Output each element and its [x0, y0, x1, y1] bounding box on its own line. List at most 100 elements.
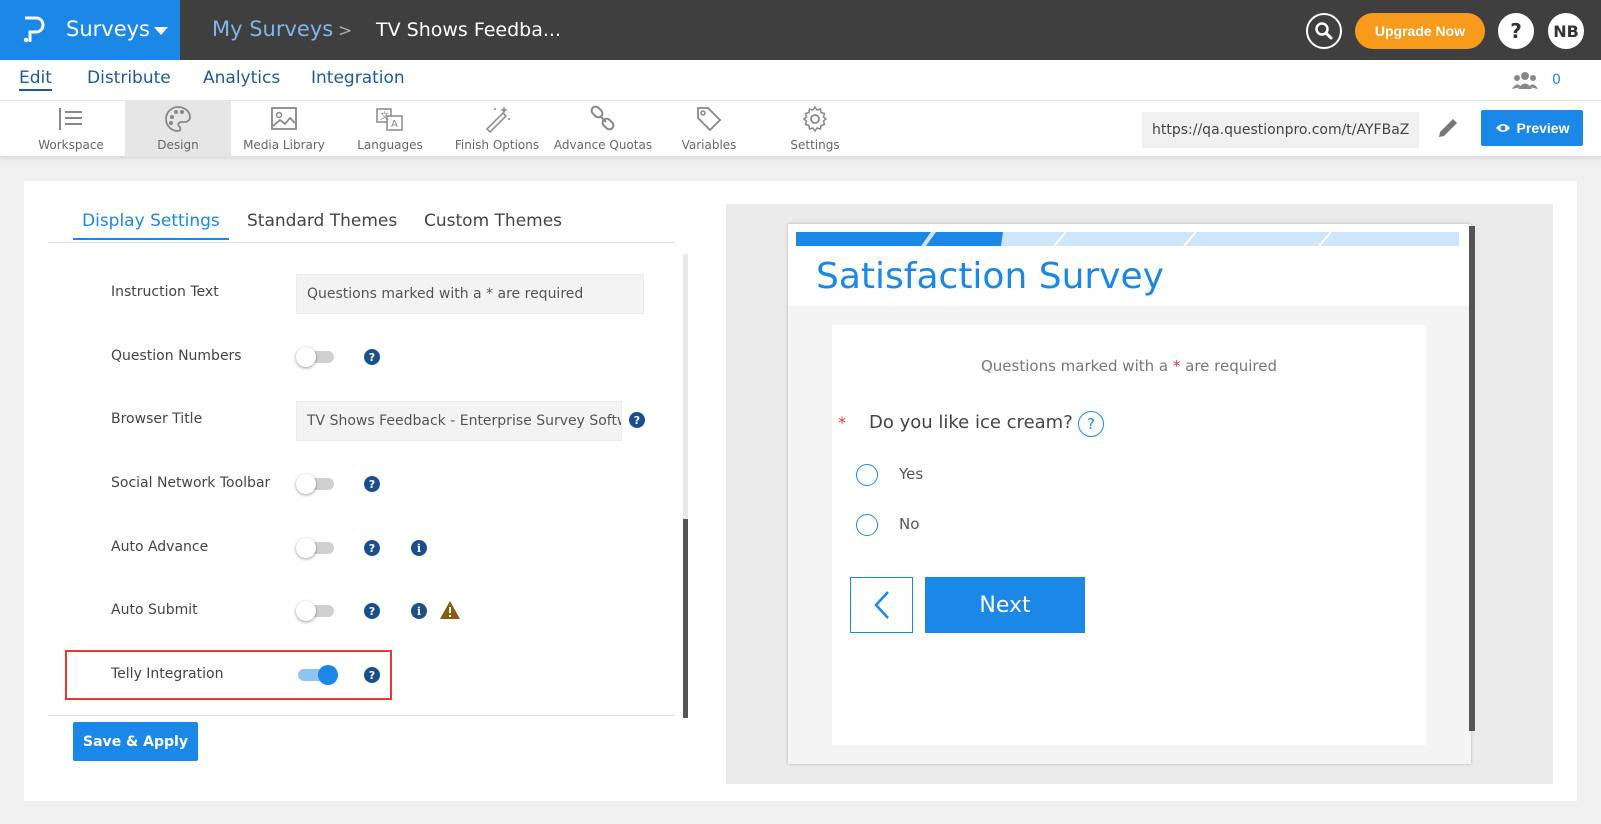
setting-label: Question Numbers	[111, 348, 242, 364]
secondary-nav: Edit Distribute Analytics Integration 0	[0, 60, 1601, 101]
question-card: Questions marked with a * are required *…	[832, 325, 1426, 745]
nav-distribute[interactable]: Distribute	[87, 68, 171, 88]
option-label-yes[interactable]: Yes	[899, 465, 923, 483]
upgrade-now-button[interactable]: Upgrade Now	[1355, 13, 1485, 49]
tool-label: Media Library	[243, 138, 325, 152]
settings-tabs: Display Settings Standard Themes Custom …	[48, 203, 674, 243]
nav-analytics[interactable]: Analytics	[203, 68, 280, 88]
instruction-text-input[interactable]: Questions marked with a * are required	[296, 274, 644, 314]
survey-preview: Satisfaction Survey Questions marked wit…	[788, 224, 1475, 764]
pencil-icon[interactable]	[1435, 115, 1461, 141]
svg-text:文: 文	[380, 110, 389, 122]
setting-label: Auto Advance	[111, 539, 209, 555]
image-icon	[271, 107, 297, 130]
nav-edit[interactable]: Edit	[19, 68, 52, 91]
tool-media-library[interactable]: Media Library	[231, 101, 337, 157]
next-button[interactable]: Next	[925, 577, 1085, 633]
question-text: Do you like ice cream?	[869, 412, 1073, 433]
setting-auto-submit: Auto Submit ? i	[48, 586, 668, 636]
tab-standard-themes[interactable]: Standard Themes	[247, 211, 397, 231]
help-button[interactable]: ?	[1498, 13, 1534, 49]
radio-yes[interactable]	[856, 464, 878, 486]
preview-scrollbar[interactable]	[1469, 226, 1475, 731]
design-panel: Display Settings Standard Themes Custom …	[24, 181, 1577, 801]
tool-finish-options[interactable]: Finish Options	[444, 101, 550, 157]
setting-browser-title: Browser Title TV Shows Feedback - Enterp…	[48, 395, 668, 445]
eye-icon	[1495, 124, 1510, 132]
chain-link-icon	[590, 105, 615, 131]
tab-display-settings[interactable]: Display Settings	[73, 211, 229, 240]
top-bar: Surveys My Surveys > TV Shows Feedba... …	[0, 0, 1601, 60]
tab-custom-themes[interactable]: Custom Themes	[424, 211, 562, 231]
survey-url-field[interactable]	[1142, 112, 1419, 148]
required-asterisk: *	[838, 413, 846, 432]
search-button[interactable]	[1306, 13, 1342, 49]
tool-advance-quotas[interactable]: Advance Quotas	[550, 101, 656, 157]
auto-submit-toggle[interactable]	[296, 601, 336, 621]
help-icon[interactable]: ?	[364, 540, 380, 556]
tool-design[interactable]: Design	[125, 101, 231, 157]
gear-icon	[802, 105, 828, 133]
collaborators-icon[interactable]	[1512, 70, 1538, 90]
telly-integration-highlight	[65, 650, 392, 700]
radio-no[interactable]	[856, 514, 878, 536]
translate-icon: 文 A	[376, 108, 403, 131]
option-label-no[interactable]: No	[899, 515, 919, 533]
settings-scrollbar-thumb[interactable]	[683, 519, 688, 718]
display-settings-list: Instruction Text Questions marked with a…	[48, 251, 674, 716]
workspace-icon	[59, 108, 82, 130]
setting-instruction-text: Instruction Text Questions marked with a…	[48, 268, 668, 318]
info-icon[interactable]: i	[411, 603, 427, 619]
setting-social-network-toolbar: Social Network Toolbar ?	[48, 459, 668, 509]
tag-icon	[697, 107, 722, 132]
warning-icon	[440, 601, 460, 619]
design-toolbar: Workspace Design Media Library 文 A Langu…	[0, 101, 1601, 157]
setting-label: Social Network Toolbar	[111, 475, 271, 491]
tool-label: Advance Quotas	[553, 138, 653, 152]
help-icon[interactable]: ?	[364, 349, 380, 365]
search-icon	[1315, 22, 1333, 40]
preview-button[interactable]: Preview	[1481, 110, 1583, 146]
help-icon[interactable]: ?	[364, 603, 380, 619]
collaborators-count: 0	[1552, 72, 1561, 88]
progress-bar	[796, 232, 1459, 246]
help-icon[interactable]: ?	[364, 476, 380, 492]
auto-advance-toggle[interactable]	[296, 538, 336, 558]
browser-title-input[interactable]: TV Shows Feedback - Enterprise Survey So…	[296, 401, 622, 441]
survey-header: Satisfaction Survey	[796, 246, 1459, 306]
tool-label: Settings	[790, 138, 840, 152]
questionpro-logo-icon	[23, 16, 45, 43]
tool-label: Variables	[681, 138, 737, 152]
tool-label: Languages	[357, 138, 423, 152]
setting-label: Instruction Text	[111, 284, 219, 300]
breadcrumb-separator: >	[338, 21, 353, 41]
setting-question-numbers: Question Numbers ?	[48, 332, 668, 382]
chevron-left-icon	[873, 591, 889, 619]
tool-variables[interactable]: Variables	[656, 101, 762, 157]
help-icon: ?	[1510, 19, 1522, 43]
magic-wand-icon	[485, 106, 510, 134]
tool-settings[interactable]: Settings	[762, 101, 868, 157]
setting-auto-advance: Auto Advance ? i	[48, 523, 668, 573]
tool-workspace[interactable]: Workspace	[18, 101, 124, 157]
question-numbers-toggle[interactable]	[296, 347, 336, 367]
back-button[interactable]	[850, 577, 913, 633]
social-network-toolbar-toggle[interactable]	[296, 474, 336, 494]
breadcrumb-my-surveys[interactable]: My Surveys	[212, 17, 333, 41]
tool-label: Finish Options	[454, 138, 540, 152]
caret-down-icon	[154, 27, 168, 35]
app-name: Surveys	[66, 17, 150, 41]
nav-integration[interactable]: Integration	[311, 68, 405, 88]
required-note: Questions marked with a * are required	[980, 357, 1278, 375]
user-avatar[interactable]: NB	[1548, 13, 1584, 49]
save-apply-button[interactable]: Save & Apply	[73, 722, 198, 761]
tool-languages[interactable]: 文 A Languages	[337, 101, 443, 157]
info-icon[interactable]: i	[411, 540, 427, 556]
question-help-icon[interactable]: ?	[1078, 411, 1104, 437]
app-switcher[interactable]: Surveys	[0, 0, 180, 60]
survey-preview-pane: Satisfaction Survey Questions marked wit…	[726, 204, 1553, 784]
breadcrumb-current-survey: TV Shows Feedba...	[376, 19, 561, 41]
help-icon[interactable]: ?	[629, 412, 645, 428]
tool-label: Workspace	[38, 138, 104, 152]
palette-icon	[165, 106, 191, 132]
